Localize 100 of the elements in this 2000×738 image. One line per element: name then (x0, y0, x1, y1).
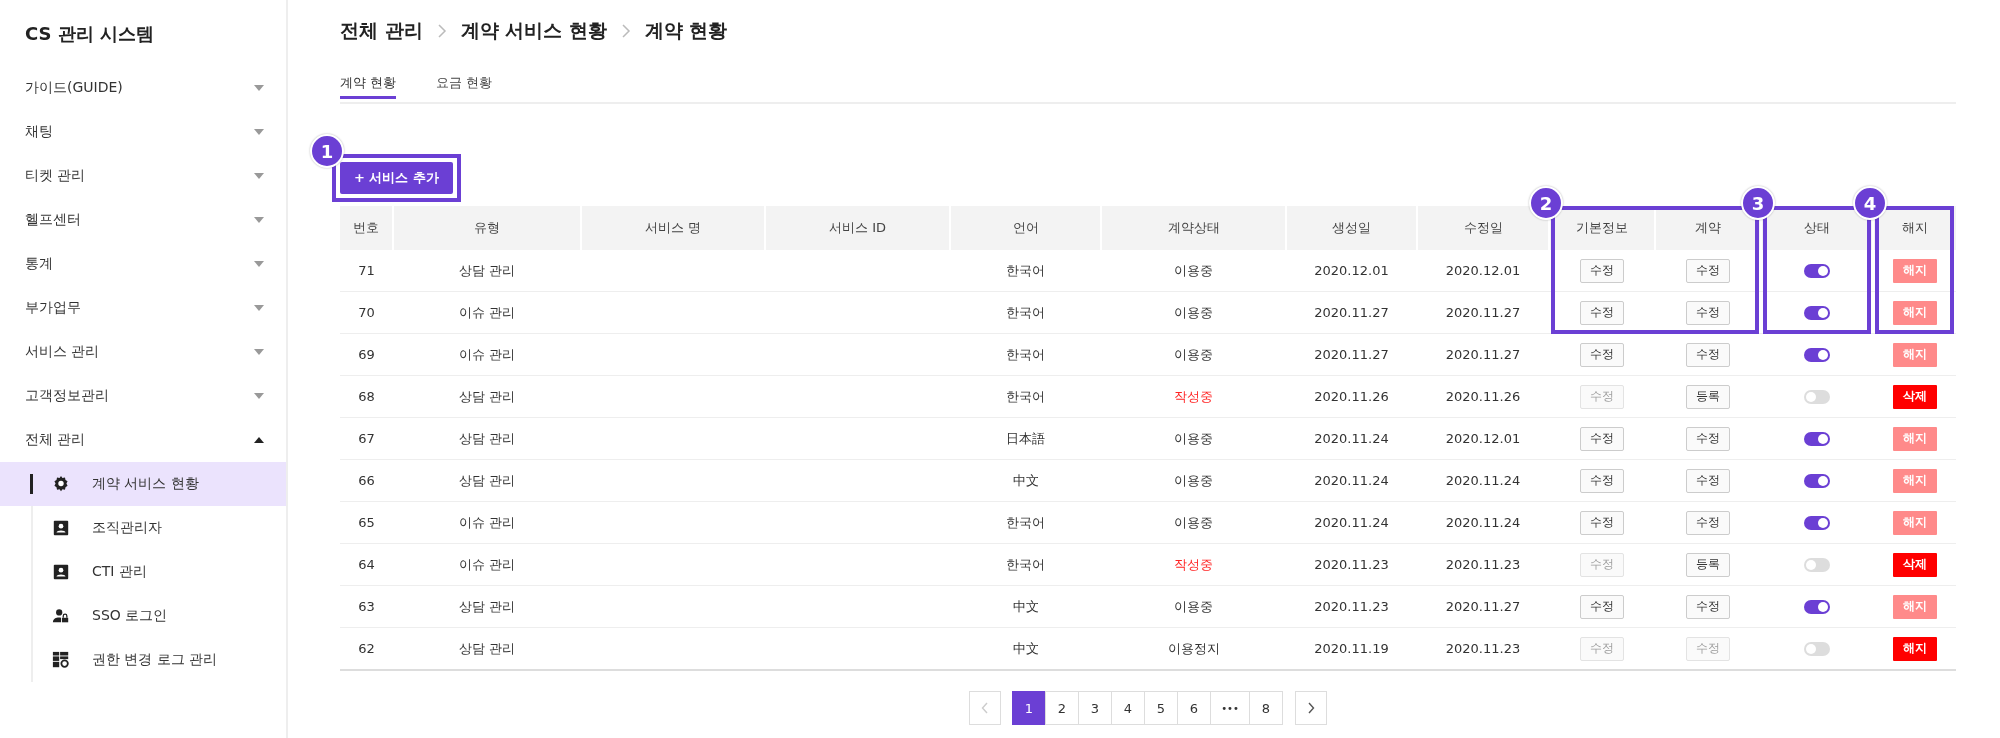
table-cell: 2020.11.23 (1286, 585, 1417, 628)
toggle-switch[interactable] (1804, 473, 1830, 488)
table-cell: 65 (340, 501, 393, 544)
toggle-switch[interactable] (1804, 305, 1830, 320)
edit-button[interactable]: 수정 (1580, 258, 1624, 283)
chevron-left-icon (981, 702, 989, 714)
breadcrumb-item[interactable]: 계약 서비스 현황 (460, 18, 607, 44)
table-cell: 70 (340, 291, 393, 334)
table-cell: 이슈 관리 (393, 501, 581, 544)
table-cell: 이용중 (1101, 585, 1286, 628)
gear-icon (52, 475, 70, 493)
table-cell: 71 (340, 250, 393, 292)
sidebar-subitem[interactable]: 계약 서비스 현황 (0, 462, 286, 506)
table-cell: 64 (340, 543, 393, 586)
toggle-switch[interactable] (1804, 431, 1830, 446)
table-cell: 상담 관리 (393, 585, 581, 628)
toggle-switch[interactable] (1804, 515, 1830, 530)
terminate-button[interactable]: 삭제 (1892, 384, 1937, 409)
sidebar-item[interactable]: 서비스 관리 (0, 330, 286, 374)
breadcrumb-item: 계약 현황 (644, 18, 728, 43)
toggle-switch[interactable] (1804, 389, 1830, 404)
app-title: CS 관리 시스템 (24, 22, 156, 46)
table-cell: 68 (340, 375, 393, 418)
table-cell: 中文 (950, 585, 1101, 628)
toggle-switch[interactable] (1804, 263, 1830, 278)
column-header: 서비스 명 (581, 206, 765, 250)
table-cell: 2020.11.23 (1417, 543, 1549, 586)
contract-button[interactable]: 수정 (1686, 594, 1730, 619)
sidebar-item[interactable]: 가이드(GUIDE) (0, 66, 286, 110)
column-header: 계약상태 (1101, 206, 1286, 250)
page-button[interactable]: 6 (1177, 691, 1211, 725)
id-card-icon (52, 563, 70, 581)
tab[interactable]: 요금 현황 (436, 62, 493, 99)
sidebar-item[interactable]: 티켓 관리 (0, 154, 286, 198)
page-button[interactable]: 2 (1045, 691, 1079, 725)
sidebar-subitem[interactable]: 조직관리자 (0, 506, 286, 550)
toggle-switch[interactable] (1804, 347, 1830, 362)
sidebar-subitem[interactable]: 권한 변경 로그 관리 (0, 638, 286, 682)
sidebar-item[interactable]: 채팅 (0, 110, 286, 154)
edit-button[interactable]: 수정 (1580, 594, 1624, 619)
contract-button[interactable]: 등록 (1686, 384, 1730, 409)
sidebar-subitem[interactable]: CTI 관리 (0, 550, 286, 594)
table-cell: 한국어 (950, 250, 1101, 292)
table-cell: 2020.11.27 (1286, 333, 1417, 376)
sidebar-item[interactable]: 고객정보관리 (0, 374, 286, 418)
sidebar-item[interactable]: 헬프센터 (0, 198, 286, 242)
step-number-badge: 1 (310, 134, 344, 168)
grid-gear-icon (52, 651, 70, 669)
sidebar-subitem[interactable]: SSO 로그인 (0, 594, 286, 638)
edit-button[interactable]: 수정 (1580, 426, 1624, 451)
table-cell: 2020.11.26 (1286, 375, 1417, 418)
table-cell: 2020.11.24 (1286, 417, 1417, 460)
table-cell: 이용중 (1101, 417, 1286, 460)
tab[interactable]: 계약 현황 (340, 62, 397, 99)
table-cell: 이용중 (1101, 333, 1286, 376)
contract-button[interactable]: 수정 (1686, 510, 1730, 535)
table-cell: 상담 관리 (393, 417, 581, 460)
contract-button[interactable]: 수정 (1686, 426, 1730, 451)
table-cell: 작성중 (1101, 375, 1286, 418)
edit-button[interactable]: 수정 (1580, 342, 1624, 367)
id-card-icon (52, 519, 70, 537)
page-ellipsis[interactable]: ••• (1210, 691, 1250, 725)
toggle-switch[interactable] (1804, 557, 1830, 572)
page-button[interactable]: 8 (1249, 691, 1283, 725)
terminate-button[interactable]: 해지 (1892, 636, 1937, 661)
edit-button[interactable]: 수정 (1580, 300, 1624, 325)
table-cell: 2020.11.27 (1417, 585, 1549, 628)
table-cell: 이용정지 (1101, 627, 1286, 670)
column-header: 유형 (393, 206, 581, 250)
sidebar-item[interactable]: 전체 관리 (0, 418, 286, 462)
sidebar-item[interactable]: 부가업무 (0, 286, 286, 330)
contract-button[interactable]: 수정 (1686, 468, 1730, 493)
table-cell: 2020.11.24 (1417, 501, 1549, 544)
terminate-button[interactable]: 삭제 (1892, 552, 1937, 577)
sidebar-item[interactable]: 통계 (0, 242, 286, 286)
table-cell: 이슈 관리 (393, 543, 581, 586)
table-cell: 상담 관리 (393, 627, 581, 670)
table-cell: 한국어 (950, 375, 1101, 418)
table-cell: 2020.11.24 (1417, 459, 1549, 502)
table-cell: 2020.12.01 (1286, 250, 1417, 292)
chevron-right-icon (1307, 702, 1315, 714)
contract-button[interactable]: 등록 (1686, 552, 1730, 577)
chevron-right-icon (620, 24, 631, 38)
contract-button[interactable]: 수정 (1686, 300, 1730, 325)
edit-button[interactable]: 수정 (1580, 468, 1624, 493)
page-button[interactable]: 1 (1012, 691, 1046, 725)
page-button[interactable]: 3 (1078, 691, 1112, 725)
add-service-button[interactable]: + 서비스 추가 (340, 162, 453, 194)
contract-button[interactable]: 수정 (1686, 342, 1730, 367)
table-cell: 中文 (950, 459, 1101, 502)
table-cell: 2020.11.23 (1286, 543, 1417, 586)
toggle-switch[interactable] (1804, 641, 1830, 656)
page-button[interactable]: 4 (1111, 691, 1145, 725)
table-cell: 2020.11.27 (1417, 291, 1549, 334)
contract-button[interactable]: 수정 (1686, 258, 1730, 283)
edit-button[interactable]: 수정 (1580, 510, 1624, 535)
page-button[interactable]: 5 (1144, 691, 1178, 725)
table-cell: 이용중 (1101, 459, 1286, 502)
toggle-switch[interactable] (1804, 599, 1830, 614)
breadcrumb-item[interactable]: 전체 관리 (340, 18, 423, 44)
